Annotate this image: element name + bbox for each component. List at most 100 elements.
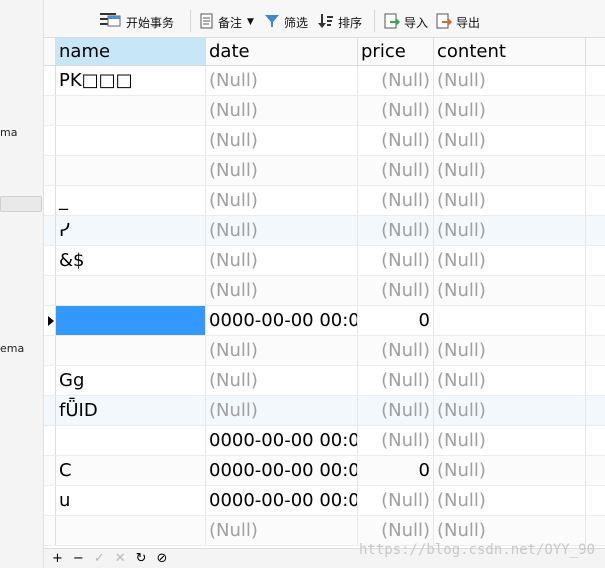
row-indicator[interactable] [44, 156, 56, 185]
cell-name[interactable]: u [56, 486, 206, 515]
cell-date[interactable]: 0000-00-00 00:0 [206, 426, 358, 455]
cell-name[interactable] [56, 96, 206, 125]
sidebar-label[interactable]: ema [0, 342, 24, 355]
row-indicator[interactable] [44, 516, 56, 545]
row-indicator[interactable] [44, 306, 56, 335]
cell-price[interactable]: (Null) [358, 156, 434, 185]
row-indicator[interactable] [44, 276, 56, 305]
cell-price[interactable]: (Null) [358, 276, 434, 305]
cell-date[interactable]: (Null) [206, 276, 358, 305]
table-row[interactable]: fǕID (Null) (Null) (Null) [44, 396, 605, 426]
table-row[interactable]: PK□□□ (Null) (Null) (Null) [44, 66, 605, 96]
cell-price[interactable]: (Null) [358, 516, 434, 545]
memo-button[interactable]: 备注 ▼ [200, 12, 254, 32]
cell-price[interactable]: (Null) [358, 486, 434, 515]
cell-price[interactable]: (Null) [358, 96, 434, 125]
row-indicator[interactable] [44, 246, 56, 275]
cell-price[interactable]: (Null) [358, 426, 434, 455]
cell-date[interactable]: (Null) [206, 96, 358, 125]
column-header-name[interactable]: name [56, 38, 206, 65]
cell-date[interactable]: (Null) [206, 396, 358, 425]
cell-name[interactable]: C [56, 456, 206, 485]
row-indicator[interactable] [44, 66, 56, 95]
cell-price[interactable]: 0 [358, 456, 434, 485]
cell-price[interactable]: (Null) [358, 216, 434, 245]
sidebar-scrollbar[interactable] [0, 196, 42, 212]
cell-date[interactable]: 0000-00-00 00:0 [206, 306, 358, 335]
cell-content[interactable]: (Null) [434, 156, 586, 185]
cell-date[interactable]: (Null) [206, 216, 358, 245]
cell-name[interactable] [56, 336, 206, 365]
cell-name[interactable]: Gg [56, 366, 206, 395]
chevron-down-icon[interactable]: ▼ [247, 17, 254, 27]
apply-changes-button[interactable]: ✓ [94, 550, 105, 568]
column-header-content[interactable]: content [434, 38, 586, 65]
cell-price[interactable]: 0 [358, 306, 434, 335]
row-indicator[interactable] [44, 336, 56, 365]
cell-content[interactable] [434, 306, 586, 335]
cell-date[interactable]: (Null) [206, 126, 358, 155]
cell-name[interactable] [56, 306, 206, 335]
table-row[interactable]: (Null) (Null) (Null) [44, 96, 605, 126]
cell-name[interactable] [56, 516, 206, 545]
row-indicator[interactable] [44, 126, 56, 155]
cell-content[interactable]: (Null) [434, 126, 586, 155]
cell-name[interactable] [56, 276, 206, 305]
add-record-button[interactable]: + [52, 550, 63, 568]
table-row[interactable]: ᓯ (Null) (Null) (Null) [44, 216, 605, 246]
table-row[interactable]: 0000-00-00 00:0 0 [44, 306, 605, 336]
cell-name[interactable]: fǕID [56, 396, 206, 425]
table-row[interactable]: u 0000-00-00 00:0 (Null) (Null) [44, 486, 605, 516]
table-row[interactable]: (Null) (Null) (Null) [44, 156, 605, 186]
cell-name[interactable]: _ [56, 186, 206, 215]
row-indicator[interactable] [44, 396, 56, 425]
cell-date[interactable]: (Null) [206, 66, 358, 95]
export-button[interactable]: 导出 [436, 12, 480, 32]
stop-button[interactable]: ⊘ [157, 550, 168, 568]
row-indicator[interactable] [44, 366, 56, 395]
cell-date[interactable]: (Null) [206, 366, 358, 395]
cell-content[interactable]: (Null) [434, 426, 586, 455]
cell-name[interactable] [56, 426, 206, 455]
row-indicator[interactable] [44, 186, 56, 215]
filter-button[interactable]: 筛选 [264, 12, 308, 32]
cell-date[interactable]: 0000-00-00 00:0 [206, 456, 358, 485]
cell-date[interactable]: (Null) [206, 516, 358, 545]
sidebar-label[interactable]: ma [0, 126, 17, 139]
cell-content[interactable]: (Null) [434, 186, 586, 215]
table-row[interactable]: &$ (Null) (Null) (Null) [44, 246, 605, 276]
cell-price[interactable]: (Null) [358, 366, 434, 395]
table-row[interactable]: (Null) (Null) (Null) [44, 126, 605, 156]
table-row[interactable]: (Null) (Null) (Null) [44, 336, 605, 366]
table-row[interactable]: C 0000-00-00 00:0 0 (Null) [44, 456, 605, 486]
table-row[interactable]: 0000-00-00 00:0 (Null) (Null) [44, 426, 605, 456]
cell-content[interactable]: (Null) [434, 276, 586, 305]
cell-price[interactable]: (Null) [358, 246, 434, 275]
cell-price[interactable]: (Null) [358, 336, 434, 365]
cell-name[interactable]: &$ [56, 246, 206, 275]
cell-date[interactable]: (Null) [206, 336, 358, 365]
cell-content[interactable]: (Null) [434, 456, 586, 485]
cell-name[interactable] [56, 156, 206, 185]
refresh-button[interactable]: ↻ [136, 550, 147, 568]
sort-button[interactable]: 排序 [318, 12, 362, 32]
row-indicator[interactable] [44, 216, 56, 245]
cell-name[interactable] [56, 126, 206, 155]
cell-date[interactable]: (Null) [206, 156, 358, 185]
cell-price[interactable]: (Null) [358, 126, 434, 155]
row-indicator[interactable] [44, 456, 56, 485]
row-indicator[interactable] [44, 426, 56, 455]
cell-content[interactable]: (Null) [434, 246, 586, 275]
table-row[interactable]: _ (Null) (Null) (Null) [44, 186, 605, 216]
cell-content[interactable]: (Null) [434, 66, 586, 95]
cell-content[interactable]: (Null) [434, 486, 586, 515]
cell-date[interactable]: 0000-00-00 00:0 [206, 486, 358, 515]
cell-date[interactable]: (Null) [206, 246, 358, 275]
cell-content[interactable]: (Null) [434, 366, 586, 395]
cell-price[interactable]: (Null) [358, 396, 434, 425]
cell-name[interactable]: PK□□□ [56, 66, 206, 95]
import-button[interactable]: 导入 [384, 12, 428, 32]
delete-record-button[interactable]: − [73, 550, 84, 568]
column-header-date[interactable]: date [206, 38, 358, 65]
cell-content[interactable]: (Null) [434, 336, 586, 365]
